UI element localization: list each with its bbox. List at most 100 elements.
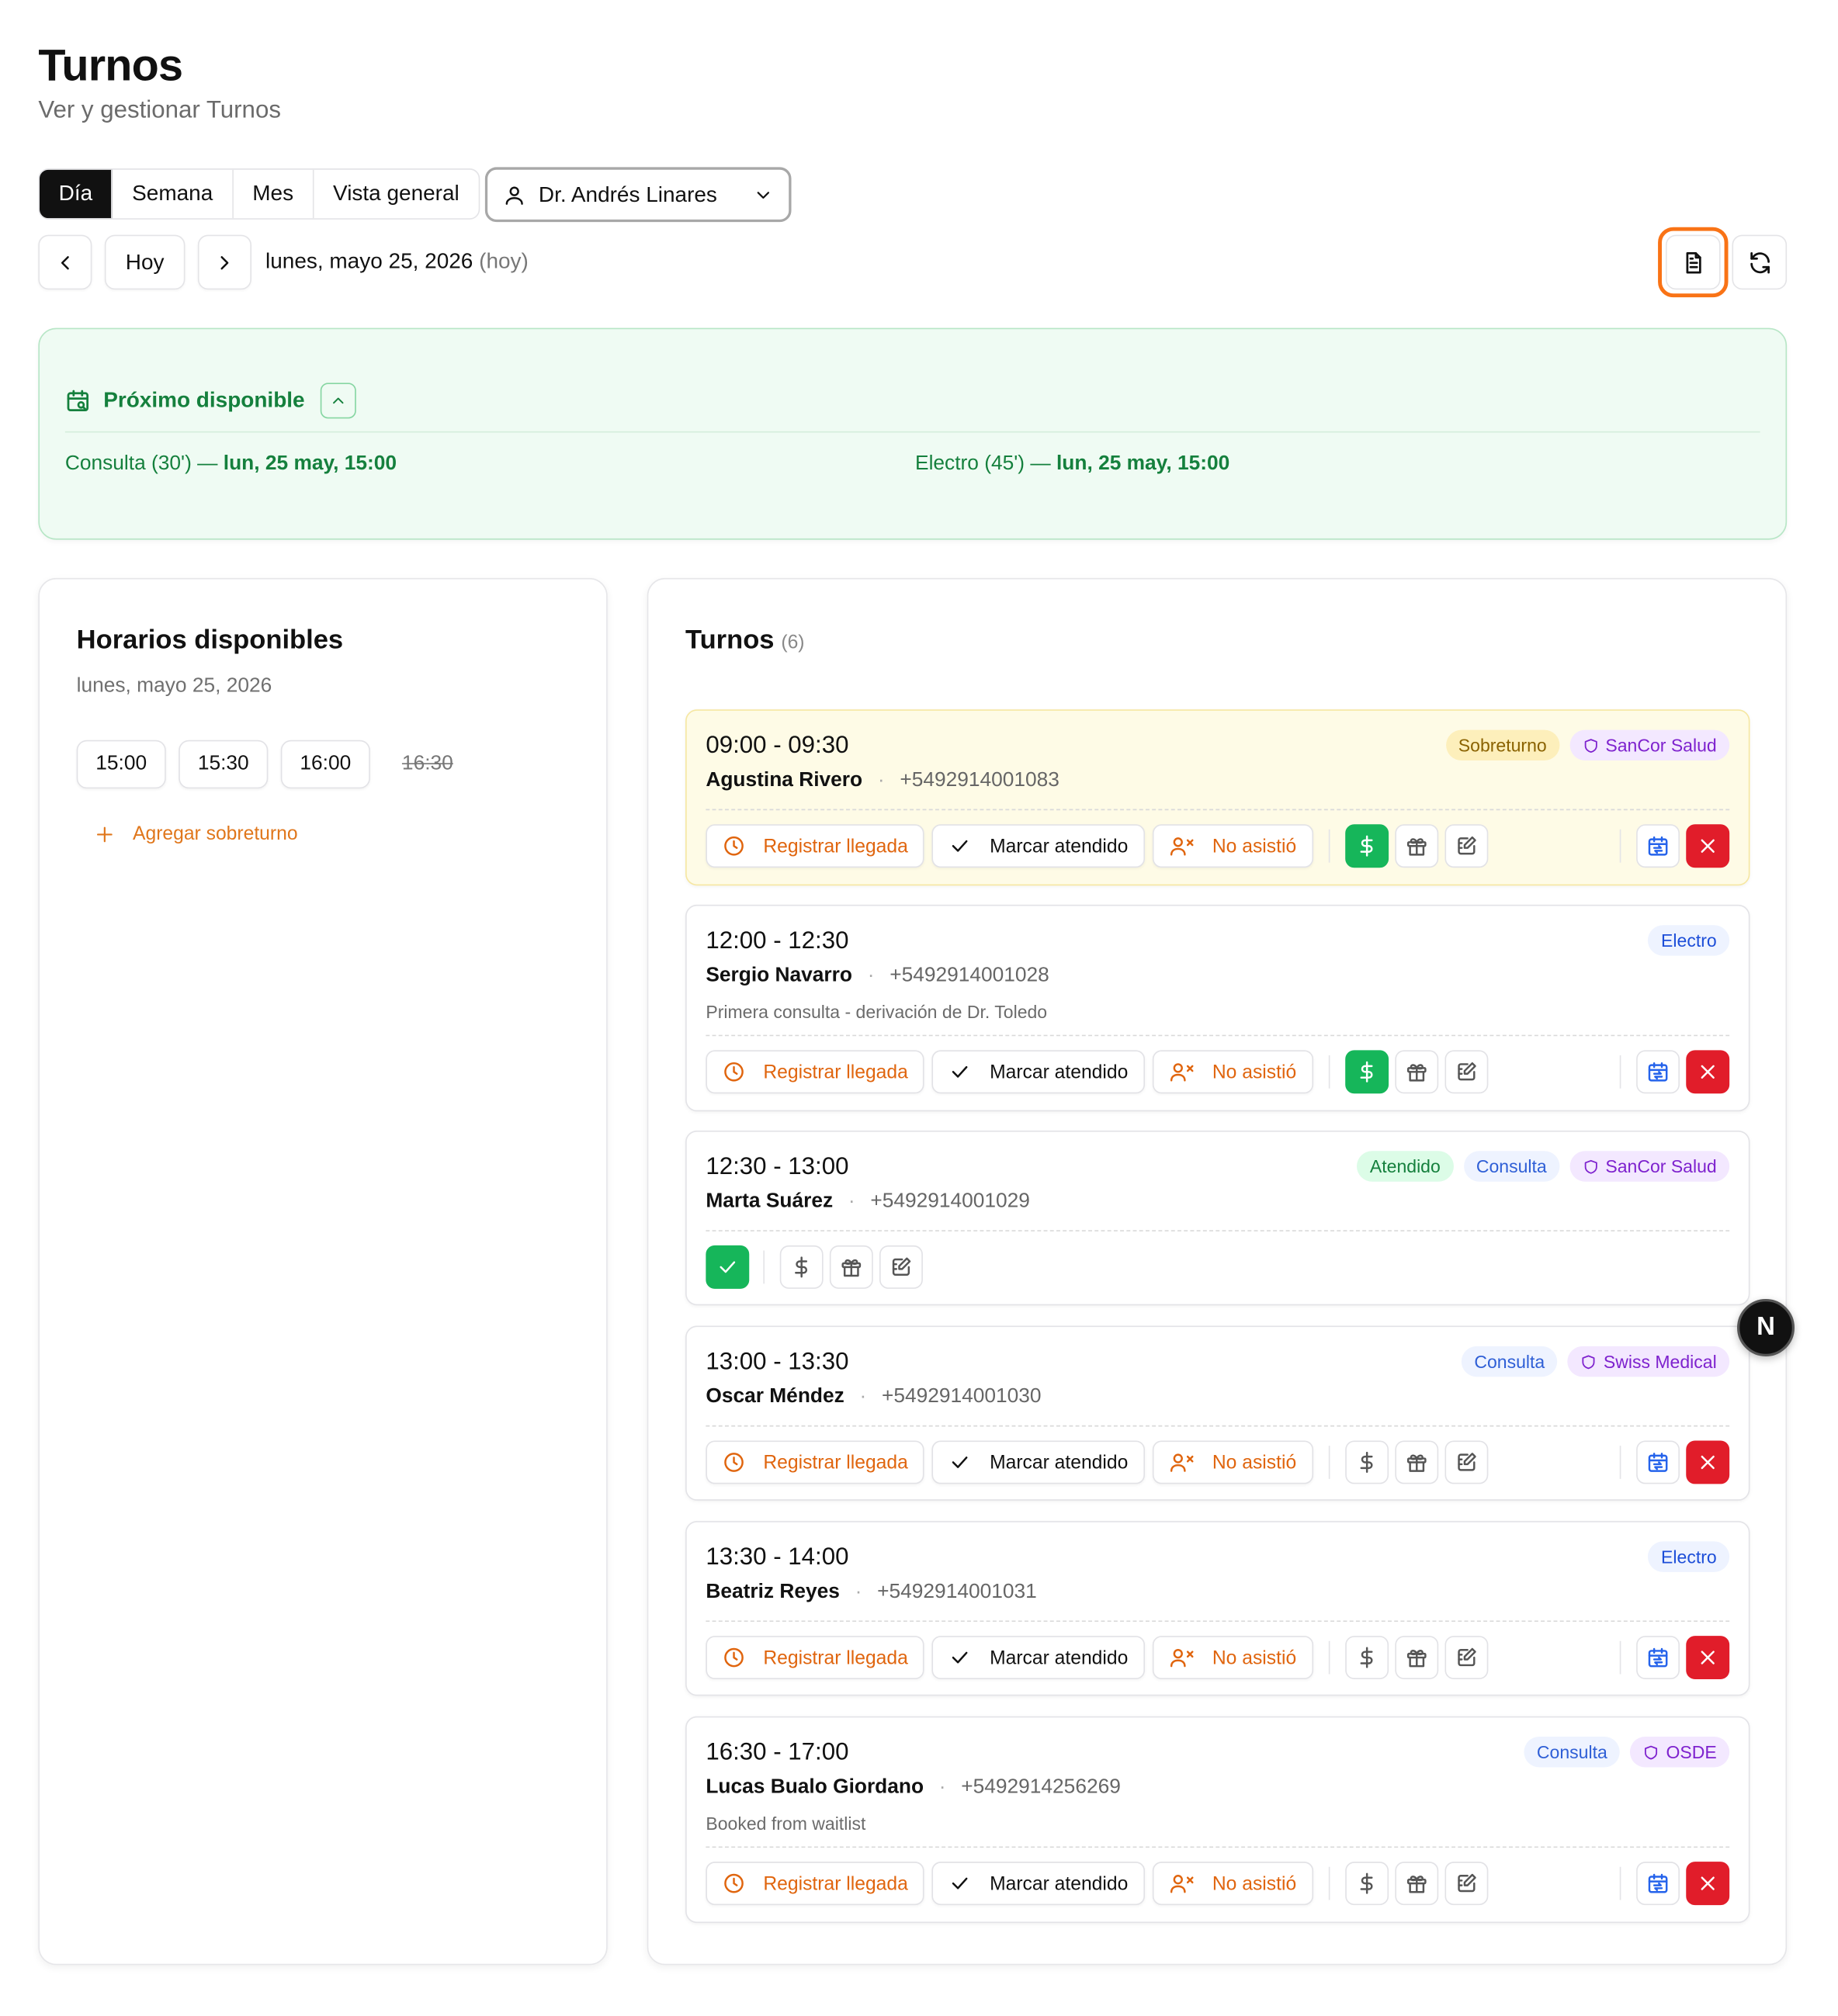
no-show-button[interactable]: No asistió — [1152, 1862, 1313, 1906]
today-button[interactable]: Hoy — [104, 234, 186, 290]
payment-button[interactable] — [1344, 1862, 1389, 1906]
appointment-patient: Beatriz Reyes · +5492914001031 — [706, 1581, 1036, 1604]
chevron-left-icon — [54, 251, 77, 274]
gift-button[interactable] — [1394, 1050, 1438, 1094]
slots-title: Horarios disponibles — [76, 625, 344, 655]
payment-button[interactable] — [1344, 1636, 1389, 1680]
tab-semana[interactable]: Semana — [113, 169, 234, 219]
appointments-count: (6) — [781, 631, 805, 653]
gift-icon — [1405, 1060, 1428, 1083]
no-show-button[interactable]: No asistió — [1152, 1636, 1313, 1680]
next-sep: — — [1030, 452, 1051, 475]
gift-button[interactable] — [1394, 1862, 1438, 1906]
cancel-appointment-button[interactable] — [1686, 1636, 1730, 1680]
register-arrival-button[interactable]: Registrar llegada — [706, 824, 925, 868]
slots-list: 15:00 15:30 16:00 16:30 — [76, 740, 473, 789]
no-show-button[interactable]: No asistió — [1152, 1050, 1313, 1094]
reschedule-button[interactable] — [1636, 1636, 1680, 1680]
mark-attended-button[interactable]: Marcar atendido — [932, 824, 1145, 868]
reschedule-button[interactable] — [1636, 1862, 1680, 1906]
close-icon — [1696, 1451, 1719, 1474]
appointment-card: 12:30 - 13:00 Marta Suárez · +5492914001029… — [685, 1130, 1750, 1306]
gift-button[interactable] — [1394, 1440, 1438, 1484]
appointment-time: 09:00 - 09:30 — [706, 732, 849, 760]
time-slot-button[interactable]: 16:00 — [280, 740, 370, 789]
cancel-appointment-button[interactable] — [1686, 1440, 1730, 1484]
mark-attended-button[interactable]: Marcar atendido — [932, 1440, 1145, 1484]
gift-button[interactable] — [1394, 1636, 1438, 1680]
check-icon — [948, 1451, 972, 1474]
register-arrival-button[interactable]: Registrar llegada — [706, 1862, 925, 1906]
doctor-select[interactable]: Dr. Andrés Linares — [484, 167, 792, 223]
payment-button[interactable] — [1344, 1050, 1389, 1094]
mark-attended-label: Marcar atendido — [990, 1647, 1129, 1669]
export-document-button[interactable] — [1658, 227, 1729, 298]
collapse-button[interactable] — [320, 383, 356, 419]
notes-button[interactable] — [879, 1245, 923, 1289]
add-overbooking-button[interactable]: Agregar sobreturno — [95, 823, 298, 845]
cancel-appointment-button[interactable] — [1686, 1862, 1730, 1906]
reschedule-button[interactable] — [1636, 1440, 1680, 1484]
next-service: Electro (45') — [915, 452, 1025, 475]
next-day-button[interactable] — [197, 234, 251, 290]
no-show-button[interactable]: No asistió — [1152, 824, 1313, 868]
nextjs-dev-badge[interactable]: N — [1737, 1298, 1795, 1356]
notes-button[interactable] — [1444, 1440, 1488, 1484]
payment-button[interactable] — [1344, 824, 1389, 868]
check-icon — [948, 834, 972, 857]
register-arrival-button[interactable]: Registrar llegada — [706, 1440, 925, 1484]
reschedule-button[interactable] — [1636, 1050, 1680, 1094]
payment-button[interactable] — [1344, 1440, 1389, 1484]
appointment-patient: Marta Suárez · +5492914001029 — [706, 1190, 1030, 1214]
dollar-icon — [790, 1256, 813, 1279]
appointment-time: 12:30 - 13:00 — [706, 1153, 849, 1181]
register-arrival-button[interactable]: Registrar llegada — [706, 1050, 925, 1094]
chevron-up-icon — [329, 392, 347, 410]
gift-button[interactable] — [829, 1245, 873, 1289]
add-overbooking-label: Agregar sobreturno — [133, 823, 298, 845]
cancel-appointment-button[interactable] — [1686, 1050, 1730, 1094]
prev-day-button[interactable] — [38, 234, 92, 290]
mark-attended-label: Marcar atendido — [990, 835, 1129, 857]
gift-button[interactable] — [1394, 824, 1438, 868]
clock-icon — [723, 1451, 746, 1474]
register-arrival-label: Registrar llegada — [763, 1647, 908, 1669]
gift-icon — [840, 1256, 863, 1279]
mark-attended-button[interactable]: Marcar atendido — [932, 1050, 1145, 1094]
time-slot-button[interactable]: 15:30 — [179, 740, 269, 789]
patient-phone: +5492914001028 — [890, 965, 1049, 987]
separator-dot: · — [877, 769, 885, 792]
reschedule-button[interactable] — [1636, 824, 1680, 868]
payment-button[interactable] — [779, 1245, 824, 1289]
appointment-time: 13:00 - 13:30 — [706, 1349, 849, 1376]
edit-notes-icon — [890, 1256, 913, 1279]
user-x-icon — [1169, 1451, 1195, 1474]
tab-dia[interactable]: Día — [39, 169, 113, 219]
mark-attended-button[interactable]: Marcar atendido — [932, 1636, 1145, 1680]
patient-phone: +5492914001031 — [877, 1581, 1037, 1603]
actions-divider — [1619, 1640, 1621, 1675]
attended-check-button[interactable] — [706, 1245, 750, 1289]
notes-button[interactable] — [1444, 1636, 1488, 1680]
page-title: Turnos — [38, 40, 183, 91]
notes-button[interactable] — [1444, 1050, 1488, 1094]
badge-label: OSDE — [1666, 1741, 1717, 1762]
notes-button[interactable] — [1444, 1862, 1488, 1906]
dollar-icon — [1355, 1451, 1378, 1474]
time-slot-button[interactable]: 15:00 — [76, 740, 166, 789]
refresh-button[interactable] — [1732, 234, 1788, 290]
current-date-text: lunes, mayo 25, 2026 — [265, 248, 473, 273]
calendar-swap-icon — [1646, 1646, 1670, 1669]
register-arrival-button[interactable]: Registrar llegada — [706, 1636, 925, 1680]
tab-mes[interactable]: Mes — [234, 169, 314, 219]
notes-button[interactable] — [1444, 824, 1488, 868]
tab-vista-general[interactable]: Vista general — [314, 170, 478, 218]
slots-date: lunes, mayo 25, 2026 — [76, 674, 272, 697]
no-show-button[interactable]: No asistió — [1152, 1440, 1313, 1484]
appointment-card: 13:00 - 13:30 Oscar Méndez · +5492914001030… — [685, 1325, 1750, 1501]
edit-notes-icon — [1455, 1646, 1478, 1669]
mark-attended-button[interactable]: Marcar atendido — [932, 1862, 1145, 1906]
export-document-inner — [1665, 234, 1721, 290]
cancel-appointment-button[interactable] — [1686, 824, 1730, 868]
appointment-divider — [706, 1034, 1730, 1037]
